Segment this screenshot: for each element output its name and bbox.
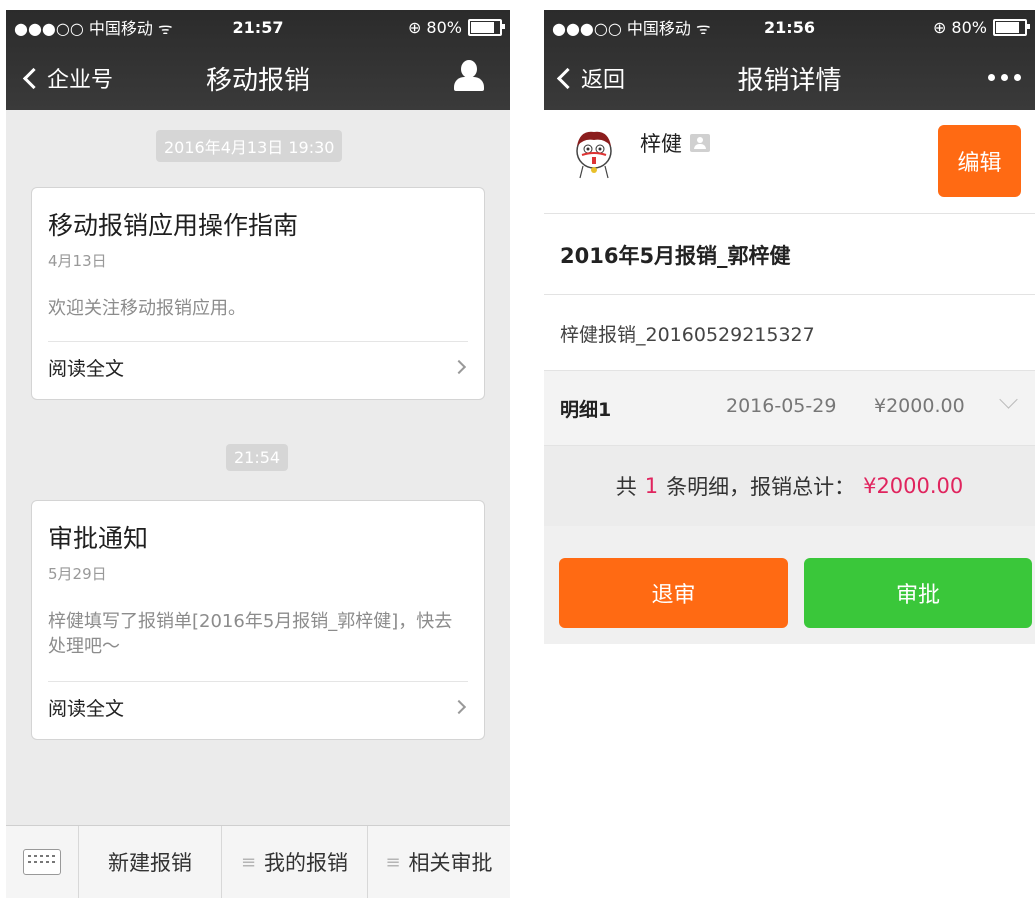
chevron-right-icon — [451, 359, 467, 375]
detail-label: 明细1 — [560, 399, 612, 421]
report-code: 梓健报销_20160529215327 — [560, 324, 815, 346]
chevron-right-icon — [451, 699, 467, 715]
reject-button[interactable]: 退审 — [559, 558, 788, 628]
summary-row: 共 1 条明细，报销总计： ¥2000.00 — [544, 446, 1035, 526]
message-timestamp: 21:54 — [226, 444, 289, 471]
menu-label: 我的报销 — [264, 851, 349, 875]
card-body: 欢迎关注移动报销应用。 — [48, 298, 246, 319]
summary-mid: 条明细，报销总计： — [666, 475, 856, 499]
left-phone-screen: ●●●○○ 中国移动 ᯤ 21:57 ⊕ 80% 企业号 移动报销 2016年4… — [6, 10, 510, 898]
message-timestamp: 2016年4月13日 19:30 — [156, 130, 343, 162]
report-code-row: 梓健报销_20160529215327 — [544, 295, 1035, 371]
person-icon[interactable] — [454, 60, 484, 92]
more-icon[interactable] — [988, 74, 1021, 81]
menu-label: 相关审批 — [408, 851, 493, 875]
card-divider — [48, 681, 468, 682]
submitter-row: 梓健 编辑 — [544, 110, 1035, 214]
keyboard-icon — [23, 849, 61, 875]
message-card[interactable]: 移动报销应用操作指南 4月13日 欢迎关注移动报销应用。 阅读全文 — [31, 187, 485, 400]
avatar — [576, 131, 612, 179]
approve-button[interactable]: 审批 — [804, 558, 1032, 628]
summary-prefix: 共 — [615, 475, 637, 499]
menu-list-icon: ≡ — [385, 851, 401, 873]
status-bar: ●●●○○ 中国移动 ᯤ 21:56 ⊕ 80% — [544, 10, 1035, 44]
card-date: 4月13日 — [48, 252, 107, 270]
card-title: 移动报销应用操作指南 — [48, 211, 299, 240]
page-title: 报销详情 — [737, 66, 842, 96]
report-title-row: 2016年5月报销_郭梓健 — [544, 214, 1035, 295]
right-phone-screen: ●●●○○ 中国移动 ᯤ 21:56 ⊕ 80% 返回 报销详情 梓健 编辑 2… — [544, 10, 1035, 898]
battery-icon — [993, 18, 1030, 36]
card-date: 5月29日 — [48, 565, 107, 583]
card-divider — [48, 341, 468, 342]
edit-button[interactable]: 编辑 — [938, 125, 1021, 197]
keyboard-toggle-button[interactable] — [6, 826, 78, 898]
submitter: 梓健 — [640, 128, 710, 158]
nav-bar: 返回 报销详情 — [544, 44, 1035, 110]
chevron-down-icon — [999, 390, 1018, 409]
battery-percent: ⊕ 80% — [932, 17, 987, 37]
card-body: 梓健填写了报销单[2016年5月报销_郭梓健]，快去处理吧～ — [48, 611, 453, 657]
submitter-name: 梓健 — [640, 132, 682, 156]
menu-related-approval[interactable]: ≡ 相关审批 — [367, 826, 510, 898]
message-card[interactable]: 审批通知 5月29日 梓健填写了报销单[2016年5月报销_郭梓健]，快去处理吧… — [31, 500, 485, 740]
status-bar: ●●●○○ 中国移动 ᯤ 21:57 ⊕ 80% — [6, 10, 510, 44]
detail-amount: ¥2000.00 — [874, 395, 965, 417]
contact-card-icon — [690, 134, 710, 152]
battery-percent: ⊕ 80% — [407, 17, 462, 37]
menu-new-expense[interactable]: 新建报销 — [78, 826, 221, 898]
menu-label: 新建报销 — [108, 851, 192, 875]
nav-bar: 企业号 移动报销 — [6, 44, 510, 110]
read-full-link[interactable]: 阅读全文 — [48, 354, 124, 381]
menu-my-expense[interactable]: ≡ 我的报销 — [221, 826, 367, 898]
menu-list-icon: ≡ — [240, 851, 257, 873]
battery-icon — [468, 18, 505, 36]
page-title: 移动报销 — [205, 66, 310, 96]
battery-status: ⊕ 80% — [932, 17, 1030, 37]
summary-count: 1 — [644, 474, 659, 498]
detail-date: 2016-05-29 — [726, 395, 837, 417]
detail-row[interactable]: 明细1 2016-05-29 ¥2000.00 — [544, 371, 1035, 446]
summary-total: ¥2000.00 — [863, 474, 964, 498]
battery-status: ⊕ 80% — [407, 17, 505, 37]
bottom-menu-bar: 新建报销 ≡ 我的报销 ≡ 相关审批 — [6, 825, 510, 898]
read-full-link[interactable]: 阅读全文 — [48, 694, 124, 721]
card-title: 审批通知 — [48, 524, 149, 553]
report-title: 2016年5月报销_郭梓健 — [560, 244, 791, 268]
